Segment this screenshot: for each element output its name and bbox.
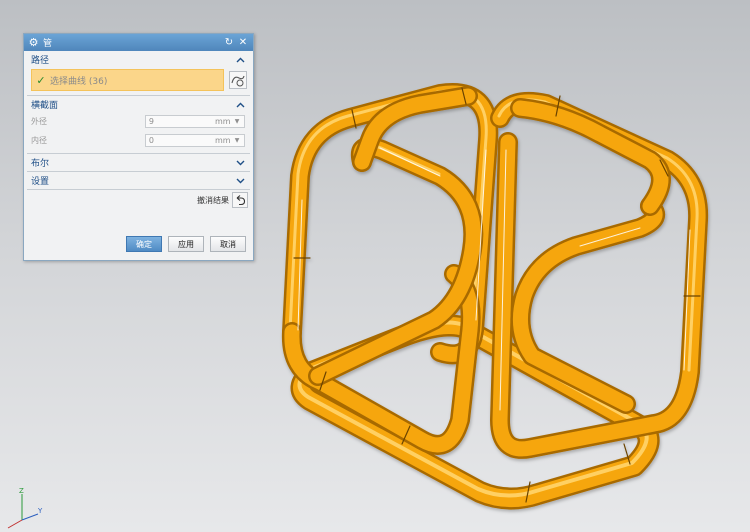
undo-result-button[interactable] [232, 192, 248, 208]
z-axis-label: Z [19, 487, 24, 495]
outer-diameter-row: 外径 9 mm ▼ [24, 113, 253, 130]
chevron-down-icon[interactable] [235, 158, 245, 168]
section-path-label: 路径 [31, 56, 50, 66]
dialog-titlebar[interactable]: ⚙ 管 ↻ ✕ [24, 34, 253, 51]
y-axis-label: Y [37, 507, 43, 515]
gear-icon[interactable]: ⚙ [28, 37, 39, 48]
dialog-title: 管 [43, 39, 53, 49]
curve-select-row: ✓ 选择曲线 (36) [24, 68, 253, 92]
inner-diameter-unit: mm [215, 136, 231, 145]
cancel-button[interactable]: 取消 [210, 236, 246, 252]
coordinate-triad: Z Y [4, 484, 44, 530]
close-icon[interactable]: ✕ [237, 37, 249, 49]
y-axis-line [21, 513, 39, 521]
section-boolean-label: 布尔 [31, 159, 50, 169]
tube-dialog: ⚙ 管 ↻ ✕ 路径 ✓ 选择曲线 (36) 横截面 外径 9 mm ▼ 内径 … [23, 33, 254, 261]
x-axis-line [7, 519, 23, 529]
curve-selector-button[interactable] [227, 69, 249, 91]
dialog-button-row: 确定 应用 取消 [24, 236, 253, 252]
outer-diameter-input[interactable]: 9 mm ▼ [144, 115, 245, 128]
outer-diameter-label: 外径 [31, 117, 47, 126]
undo-result-label: 撤消结果 [197, 195, 229, 205]
chevron-up-icon[interactable] [235, 100, 245, 110]
section-boolean-header[interactable]: 布尔 [24, 154, 253, 171]
tube-left-frame [282, 83, 499, 365]
undo-icon [236, 195, 246, 206]
section-cross-section-label: 横截面 [31, 101, 59, 111]
dropdown-arrow-icon[interactable]: ▼ [233, 137, 241, 145]
inner-diameter-row: 内径 0 mm ▼ [24, 132, 253, 149]
select-curve-field[interactable]: ✓ 选择曲线 (36) [31, 69, 224, 91]
section-path-header[interactable]: 路径 [24, 51, 253, 68]
dropdown-arrow-icon[interactable]: ▼ [233, 118, 241, 126]
reset-icon[interactable]: ↻ [223, 37, 235, 49]
apply-button[interactable]: 应用 [168, 236, 204, 252]
outer-diameter-unit: mm [215, 117, 231, 126]
select-curve-label: 选择曲线 (36) [50, 76, 108, 87]
chevron-up-icon[interactable] [235, 55, 245, 65]
inner-diameter-value: 0 [148, 136, 154, 145]
ok-button[interactable]: 确定 [126, 236, 162, 252]
inner-diameter-label: 内径 [31, 136, 47, 145]
curve-selector-icon [229, 71, 247, 89]
section-cross-section-header[interactable]: 横截面 [24, 96, 253, 113]
section-settings-label: 设置 [31, 177, 50, 187]
inner-diameter-input[interactable]: 0 mm ▼ [144, 134, 245, 147]
tube-inner-left-curve [308, 137, 484, 386]
section-settings-header[interactable]: 设置 [24, 172, 253, 189]
undo-result-row: 撤消结果 [24, 190, 253, 210]
chevron-down-icon[interactable] [235, 176, 245, 186]
outer-diameter-value: 9 [148, 117, 154, 126]
checkmark-icon: ✓ [36, 73, 46, 87]
